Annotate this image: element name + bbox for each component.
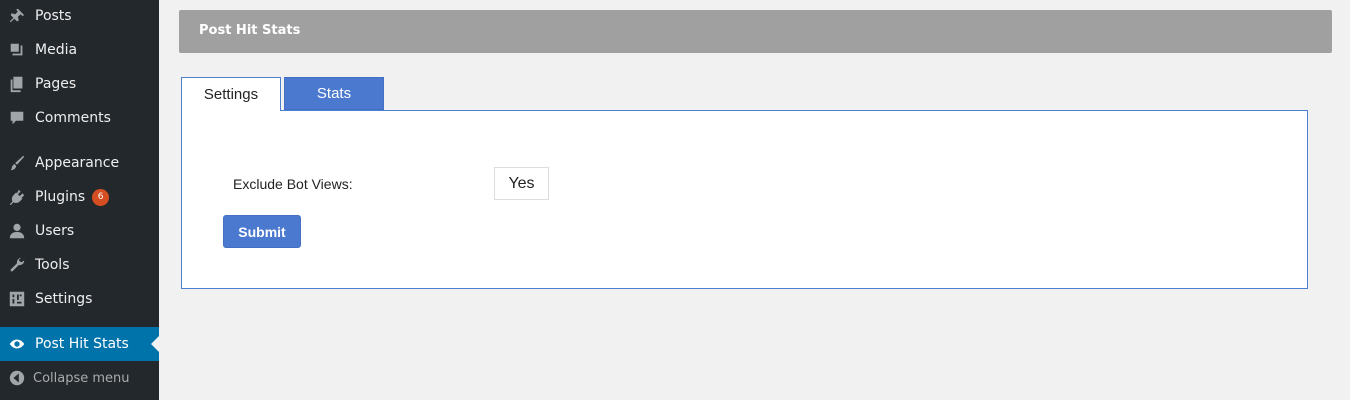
sidebar-item-media[interactable]: Media bbox=[0, 33, 159, 67]
sidebar-item-users[interactable]: Users bbox=[0, 214, 159, 248]
sidebar-item-comments[interactable]: Comments bbox=[0, 101, 159, 135]
sidebar-item-posts[interactable]: Posts bbox=[0, 0, 159, 33]
comment-icon bbox=[7, 108, 27, 128]
submit-button[interactable]: Submit bbox=[223, 215, 301, 248]
settings-icon bbox=[7, 289, 27, 309]
sidebar-item-label: Tools bbox=[35, 257, 70, 273]
sidebar-item-tools[interactable]: Tools bbox=[0, 248, 159, 282]
sidebar-item-label: Settings bbox=[35, 291, 93, 307]
eye-icon bbox=[7, 334, 27, 354]
user-icon bbox=[7, 221, 27, 241]
plugin-header-bar: Post Hit Stats bbox=[179, 10, 1332, 53]
collapse-menu-button[interactable]: Collapse menu bbox=[0, 361, 159, 395]
sidebar-item-label: Media bbox=[35, 42, 78, 58]
page-title: Post Hit Stats bbox=[199, 23, 301, 38]
settings-panel: Exclude Bot Views: Yes Submit bbox=[181, 110, 1308, 289]
collapse-menu-label: Collapse menu bbox=[33, 370, 130, 386]
sidebar-item-plugins[interactable]: Plugins 6 bbox=[0, 180, 159, 214]
sidebar-item-label: Comments bbox=[35, 110, 111, 126]
sidebar-item-post-hit-stats[interactable]: Post Hit Stats bbox=[0, 327, 159, 361]
exclude-bot-views-select[interactable]: Yes bbox=[494, 167, 549, 200]
exclude-bot-views-label: Exclude Bot Views: bbox=[233, 176, 353, 192]
sidebar-item-label: Plugins bbox=[35, 189, 86, 205]
media-icon bbox=[7, 40, 27, 60]
sidebar-item-label: Pages bbox=[35, 76, 77, 92]
sidebar-item-settings[interactable]: Settings bbox=[0, 282, 159, 316]
sidebar-item-label: Users bbox=[35, 223, 75, 239]
sidebar-item-appearance[interactable]: Appearance bbox=[0, 146, 159, 180]
sidebar-item-label: Appearance bbox=[35, 155, 120, 171]
collapse-arrow-icon bbox=[7, 368, 27, 388]
sidebar-item-pages[interactable]: Pages bbox=[0, 67, 159, 101]
plugins-update-badge: 6 bbox=[92, 188, 110, 206]
tab-settings[interactable]: Settings bbox=[181, 77, 281, 111]
brush-icon bbox=[7, 153, 27, 173]
pages-icon bbox=[7, 74, 27, 94]
admin-sidebar: Posts Media Pages Comments Appearance Pl… bbox=[0, 0, 159, 400]
sidebar-item-label: Post Hit Stats bbox=[35, 336, 129, 352]
wrench-icon bbox=[7, 255, 27, 275]
pin-icon bbox=[7, 6, 27, 26]
tab-stats[interactable]: Stats bbox=[284, 77, 384, 110]
sidebar-item-label: Posts bbox=[35, 8, 72, 24]
plugin-icon bbox=[7, 187, 27, 207]
